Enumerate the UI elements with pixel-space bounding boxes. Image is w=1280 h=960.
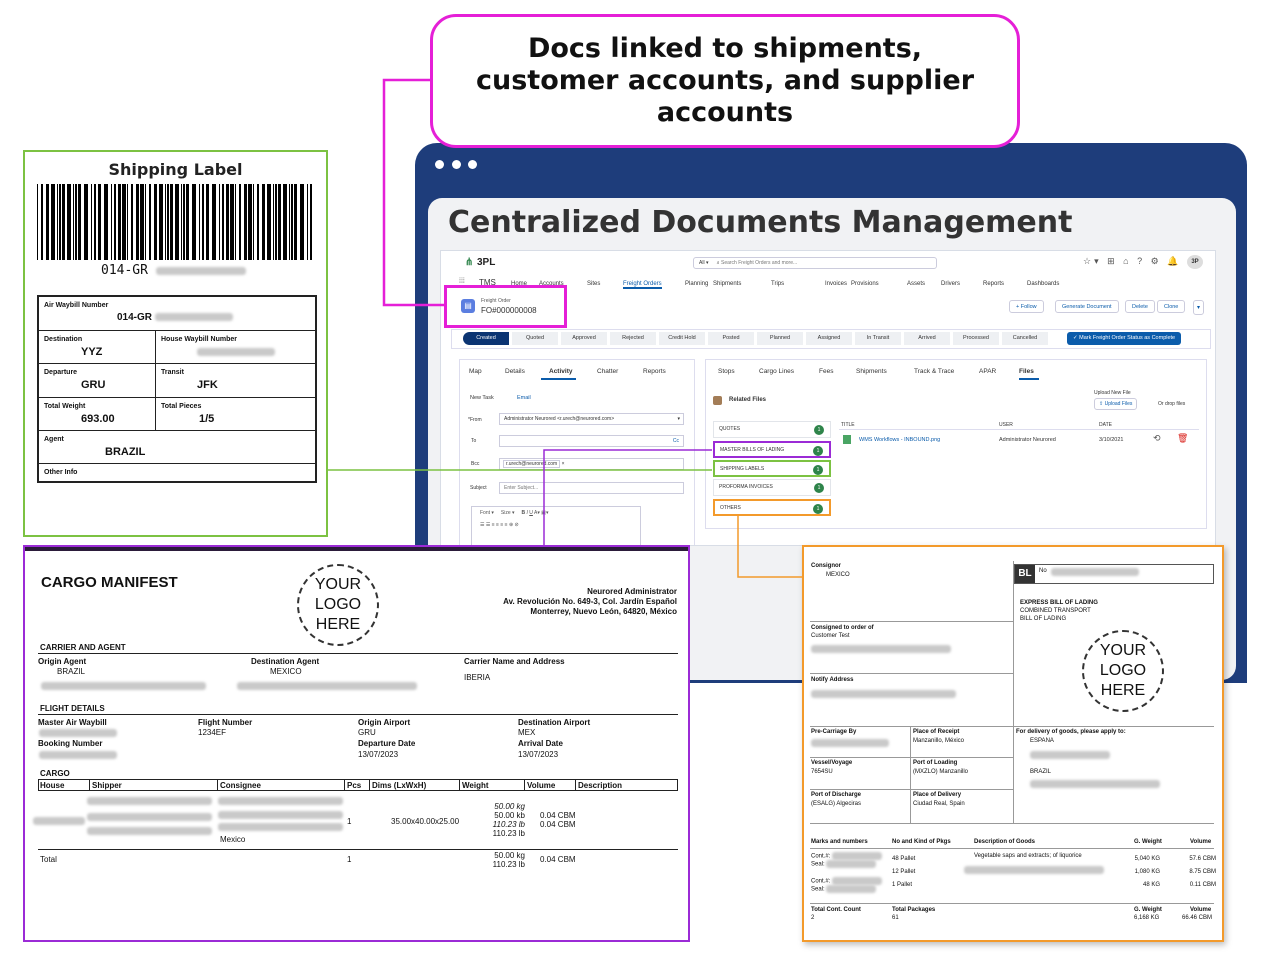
bol-connector [737,516,802,578]
connector-lines [328,78,802,578]
callout-connector [382,78,446,307]
manifest-connector [543,449,712,545]
